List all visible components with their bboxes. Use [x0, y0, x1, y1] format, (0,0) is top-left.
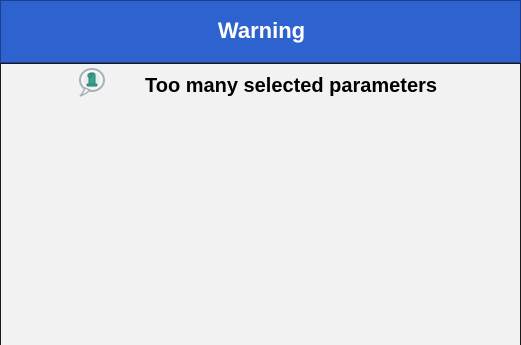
- dialog-title-bar: Warning: [0, 0, 521, 63]
- dialog-title: Warning: [217, 18, 306, 43]
- dialog-left-border: [0, 63, 1, 345]
- info-speech-bubble-icon: [79, 68, 105, 97]
- title-divider: [0, 63, 521, 64]
- warning-message: Too many selected parameters: [145, 75, 437, 97]
- warning-dialog: Warning Too many selected parameters: [0, 0, 521, 345]
